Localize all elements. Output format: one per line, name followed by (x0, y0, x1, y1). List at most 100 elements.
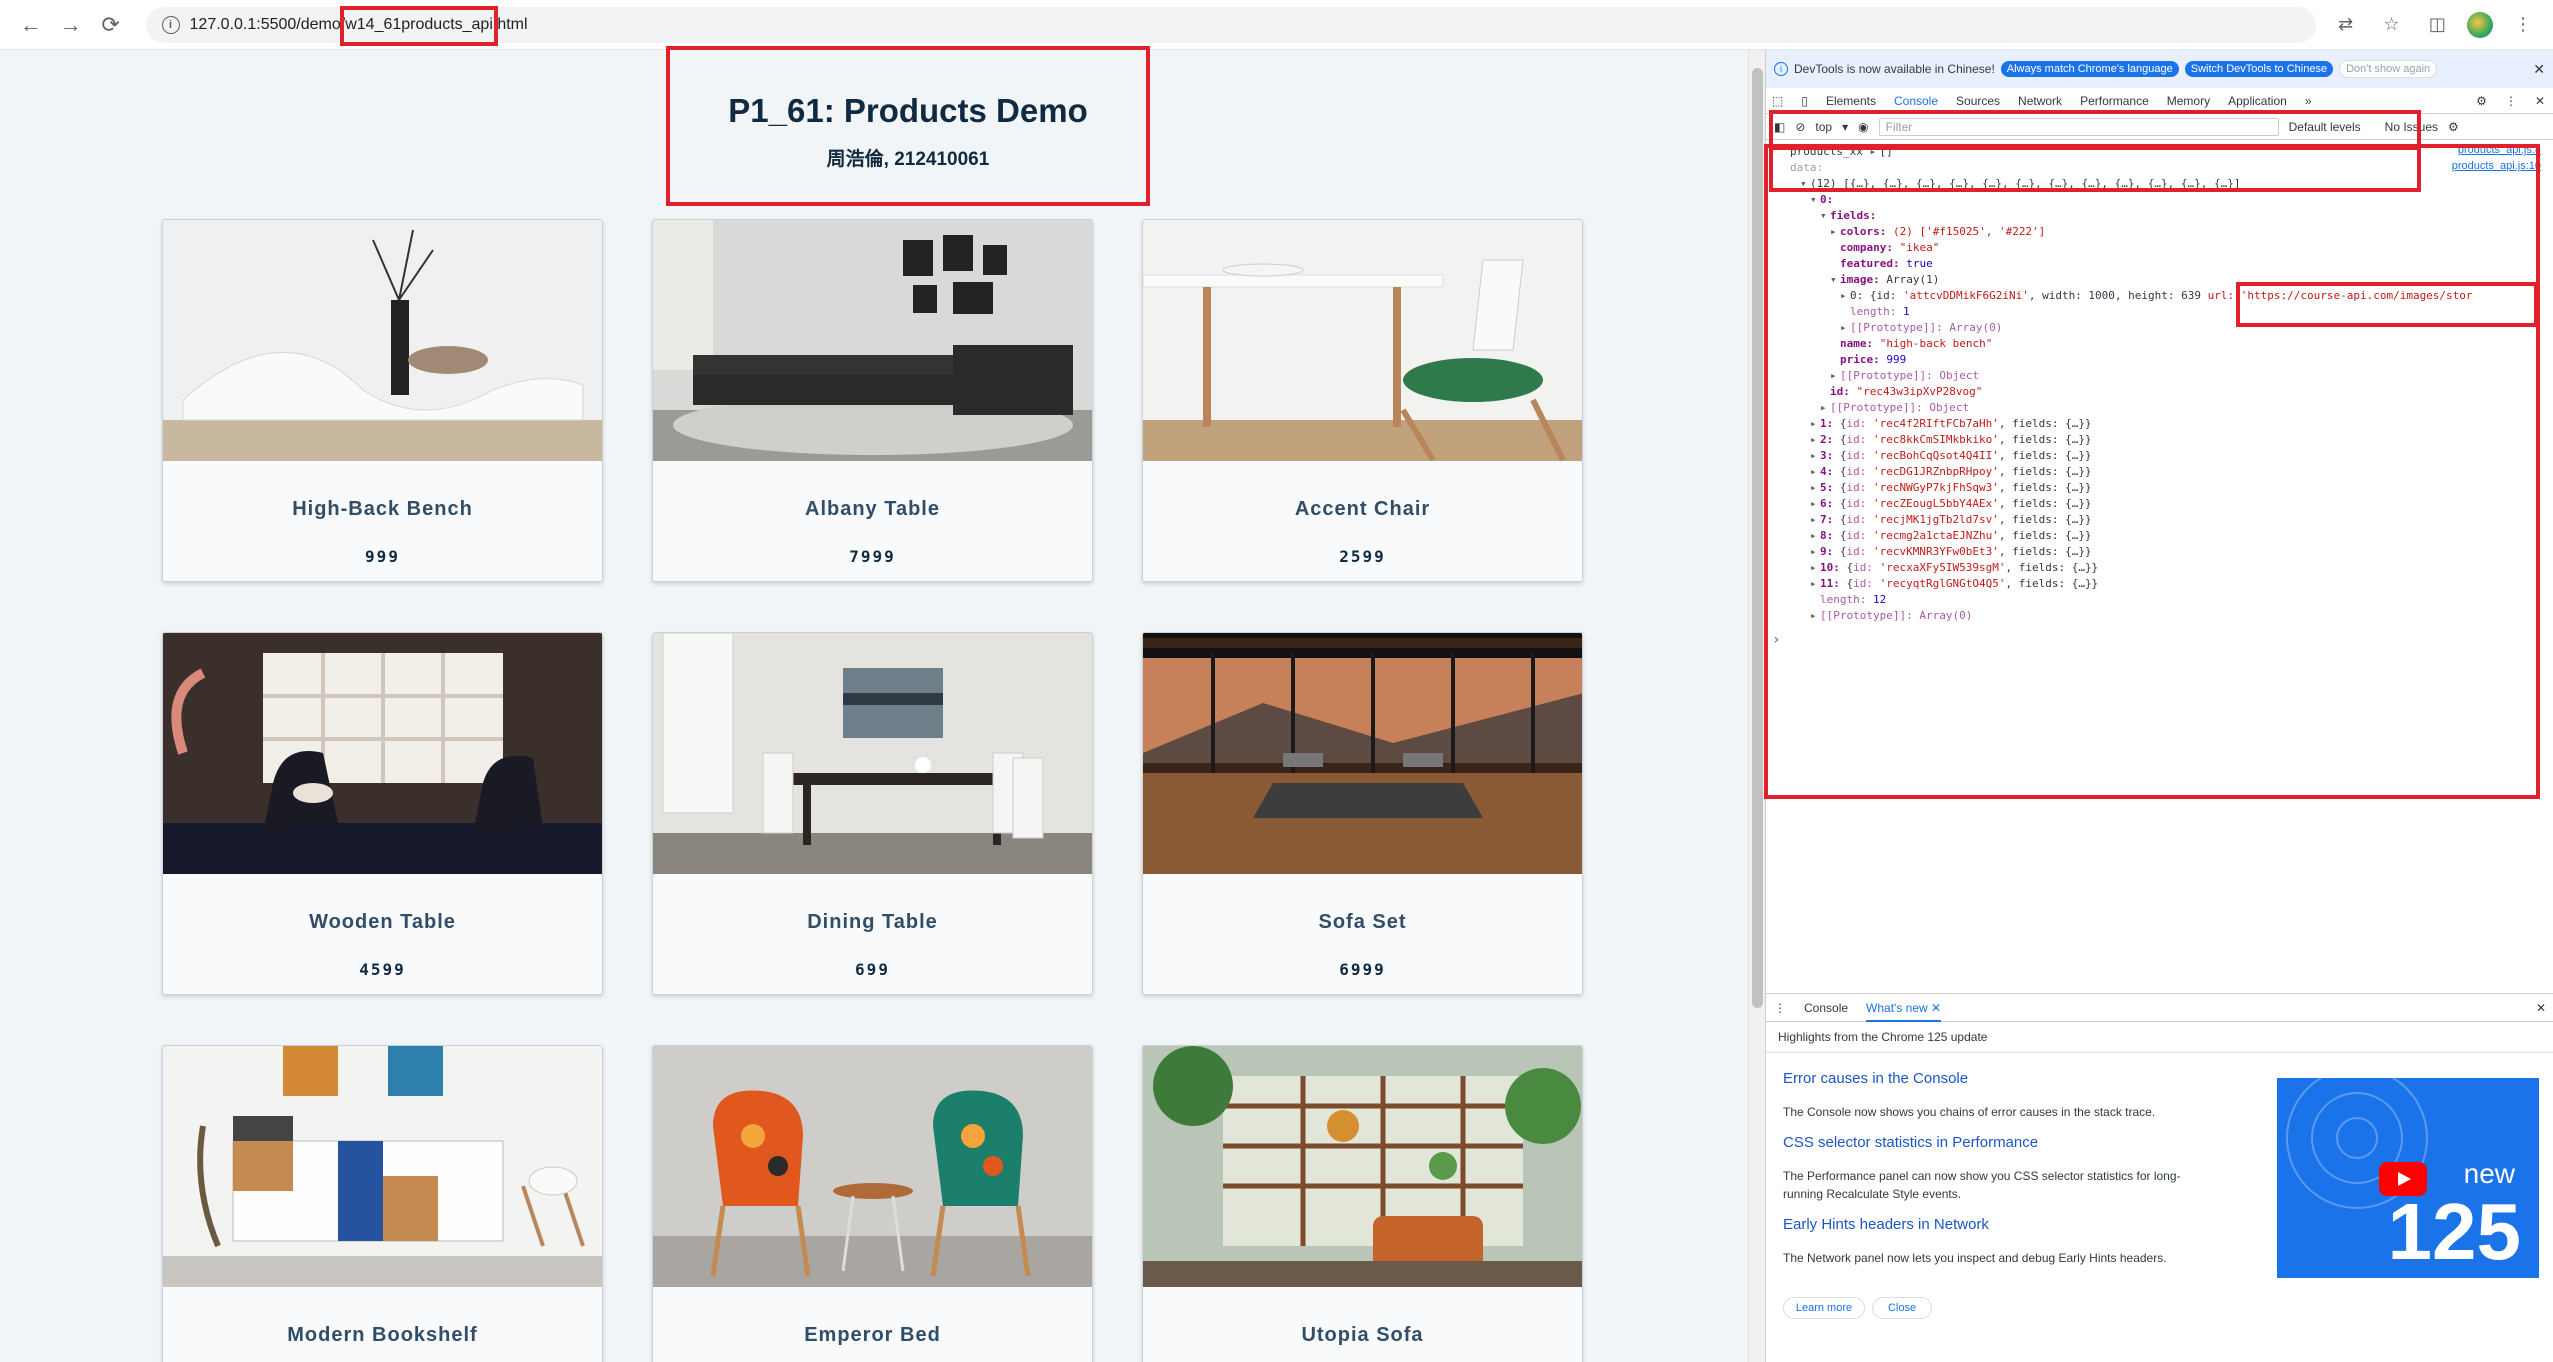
live-expression-eye-icon[interactable]: ◉ (1858, 120, 1868, 134)
page-viewport: P1_61: Products Demo 周浩倫, 212410061 High… (0, 50, 1748, 1362)
tree-node[interactable]: ▸ [[Prototype]]: Object (1820, 400, 1969, 416)
switch-to-chinese-button[interactable]: Switch DevTools to Chinese (2184, 61, 2334, 77)
tree-node[interactable]: ▸ [[Prototype]]: Array(0) (1810, 608, 1972, 624)
sidebar-toggle-icon[interactable]: ◧ (1774, 120, 1785, 134)
tab-memory[interactable]: Memory (2167, 94, 2210, 108)
tree-node[interactable]: ▾ image: Array(1) (1830, 272, 1939, 288)
devtools-tabs: ⬚ ▯ Elements Console Sources Network Per… (1766, 88, 2553, 114)
chrome-125-video-thumbnail[interactable]: new 125 (2277, 1078, 2539, 1278)
device-toolbar-icon[interactable]: ▯ (1801, 94, 1808, 108)
product-name: Dining Table (807, 911, 938, 933)
console-settings-icon[interactable]: ⚙ (2448, 120, 2459, 134)
extensions-icon[interactable]: ◫ (2421, 9, 2453, 41)
source-link[interactable]: products_api.js:10 (2452, 160, 2541, 172)
tree-row[interactable]: ▸ 4: {id: 'recDG1JRZnbpRHpoy', fields: {…… (1810, 464, 2092, 480)
tab-performance[interactable]: Performance (2080, 94, 2149, 108)
close-devtools-icon[interactable]: ✕ (2535, 94, 2545, 108)
page-scrollbar[interactable] (1748, 50, 1765, 1362)
tree-node[interactable]: ▸ 0: {id: 'attcvDDMikF6G2iNi', width: 100… (1840, 288, 2473, 304)
product-card[interactable]: Albany Table 7999 (652, 219, 1093, 582)
array-summary[interactable]: ▾ (12) [{…}, {…}, {…}, {…}, {…}, {…}, {…}… (1800, 176, 2240, 192)
reload-icon[interactable]: ⟳ (94, 8, 128, 42)
tree-row[interactable]: ▸ 5: {id: 'recNWGyP7kjFhSqw3', fields: {…… (1810, 480, 2092, 496)
product-card[interactable]: High-Back Bench 999 (162, 219, 603, 582)
tree-node: id: "rec43w3ipXvP28vog" (1830, 385, 1983, 398)
product-price: 4599 (359, 960, 406, 979)
close-icon[interactable]: ✕ (2533, 61, 2545, 78)
console-output: products_xx ▸[] products_api.js:4 data: … (1766, 140, 2553, 955)
product-image (163, 1046, 602, 1287)
product-card[interactable]: Sofa Set 6999 (1142, 632, 1583, 995)
issues-counter[interactable]: No Issues (2385, 120, 2438, 134)
tree-row[interactable]: ▸ 6: {id: 'recZEougL5bbY4AEx', fields: {…… (1810, 496, 2092, 512)
page-header: P1_61: Products Demo 周浩倫, 212410061 (668, 50, 1148, 206)
tab-console[interactable]: Console (1893, 88, 1939, 114)
chevron-down-icon[interactable]: ▾ (1842, 120, 1848, 134)
page-title: P1_61: Products Demo (728, 92, 1088, 129)
tree-node: length: 12 (1820, 593, 1887, 606)
tab-network[interactable]: Network (2018, 94, 2062, 108)
tab-application[interactable]: Application (2228, 94, 2287, 108)
tree-node: company: "ikea" (1840, 241, 1940, 254)
devtools-menu-icon[interactable]: ⋮ (2505, 94, 2517, 108)
tree-node[interactable]: ▾ fields: (1820, 208, 1876, 224)
log-levels-dropdown[interactable]: Default levels (2289, 120, 2361, 134)
whats-new-link[interactable]: Early Hints headers in Network (1783, 1216, 2213, 1233)
close-button[interactable]: Close (1872, 1297, 1932, 1319)
drawer-tab-whats-new[interactable]: What's new ✕ (1866, 994, 1942, 1022)
product-image (1143, 220, 1582, 461)
drawer-menu-icon[interactable]: ⋮ (1774, 1001, 1786, 1015)
context-selector[interactable]: top (1815, 120, 1832, 134)
tree-row[interactable]: ▸ 11: {id: 'recyqtRglGNGtO4Q5', fields: {… (1810, 576, 2098, 592)
address-bar[interactable]: i 127.0.0.1:5500/demo/w14_61 products_api… (145, 6, 2316, 43)
tab-elements[interactable]: Elements (1826, 94, 1876, 108)
url-prefix: 127.0.0.1:5500/demo/w14_61 (189, 15, 402, 33)
product-price: 999 (365, 547, 400, 566)
tree-node[interactable]: ▸ colors: (2) ['#f15025', '#222'] (1830, 224, 2045, 240)
product-card[interactable]: Wooden Table 4599 (162, 632, 603, 995)
tree-row[interactable]: ▸ 10: {id: 'recxaXFy5IW539sgM', fields: {… (1810, 560, 2098, 576)
product-card[interactable]: Modern Bookshelf (162, 1045, 603, 1362)
menu-kebab-icon[interactable]: ⋮ (2507, 9, 2539, 41)
tree-row[interactable]: ▸ 9: {id: 'recvKMNR3YFw0bEt3', fields: {…… (1810, 544, 2092, 560)
product-name: Accent Chair (1294, 498, 1431, 520)
always-match-language-button[interactable]: Always match Chrome's language (2000, 61, 2179, 77)
source-link[interactable]: products_api.js:4 (2458, 144, 2541, 156)
translate-icon[interactable]: ⇄ (2330, 9, 2362, 41)
dont-show-again-button[interactable]: Don't show again (2339, 60, 2438, 78)
drawer-tab-console[interactable]: Console (1804, 1001, 1848, 1015)
product-card[interactable]: Dining Table 699 (652, 632, 1093, 995)
bookmark-star-icon[interactable]: ☆ (2376, 9, 2408, 41)
browser-toolbar: ← → ⟳ i 127.0.0.1:5500/demo/w14_61 produc… (0, 0, 2553, 50)
product-card[interactable]: Accent Chair 2599 (1142, 219, 1583, 582)
site-info-icon[interactable]: i (161, 15, 180, 34)
scrollbar-thumb[interactable] (1752, 68, 1763, 1008)
close-drawer-icon[interactable]: ✕ (2536, 1001, 2546, 1015)
tab-sources[interactable]: Sources (1956, 94, 2000, 108)
tree-node[interactable]: ▸ [[Prototype]]: Object (1830, 368, 1979, 384)
console-filter-input[interactable]: Filter (1878, 117, 2279, 136)
product-price: 6999 (1339, 960, 1386, 979)
more-tabs-icon[interactable]: » (2305, 94, 2312, 108)
back-icon[interactable]: ← (14, 8, 48, 42)
console-prompt[interactable]: › (1772, 632, 1780, 648)
tree-row[interactable]: ▸ 2: {id: 'rec8kkCmSIMkbkiko', fields: {…… (1810, 432, 2092, 448)
tree-node[interactable]: ▾ 0: (1810, 192, 1833, 208)
tree-node: featured: true (1840, 257, 1933, 270)
tree-row[interactable]: ▸ 7: {id: 'recjMK1jgTb2ld7sv', fields: {…… (1810, 512, 2092, 528)
clear-console-icon[interactable]: ⊘ (1795, 120, 1805, 134)
tree-node[interactable]: ▸ [[Prototype]]: Array(0) (1840, 320, 2002, 336)
tree-row[interactable]: ▸ 1: {id: 'rec4f2RIftFCb7aHh', fields: {…… (1810, 416, 2092, 432)
inspect-icon[interactable]: ⬚ (1772, 94, 1783, 108)
whats-new-link[interactable]: CSS selector statistics in Performance (1783, 1134, 2213, 1151)
learn-more-button[interactable]: Learn more (1783, 1297, 1865, 1319)
profile-avatar[interactable] (2467, 11, 2494, 38)
product-card[interactable]: Utopia Sofa (1142, 1045, 1583, 1362)
whats-new-link[interactable]: Error causes in the Console (1783, 1070, 2213, 1087)
tree-row[interactable]: ▸ 8: {id: 'recmg2a1ctaEJNZhu', fields: {…… (1810, 528, 2092, 544)
product-card[interactable]: Emperor Bed (652, 1045, 1093, 1362)
settings-gear-icon[interactable]: ⚙ (2476, 94, 2487, 108)
forward-icon[interactable]: → (54, 8, 88, 42)
infobar-text: DevTools is now available in Chinese! (1794, 62, 1995, 76)
tree-row[interactable]: ▸ 3: {id: 'recBohCqQsot4Q4II', fields: {…… (1810, 448, 2092, 464)
